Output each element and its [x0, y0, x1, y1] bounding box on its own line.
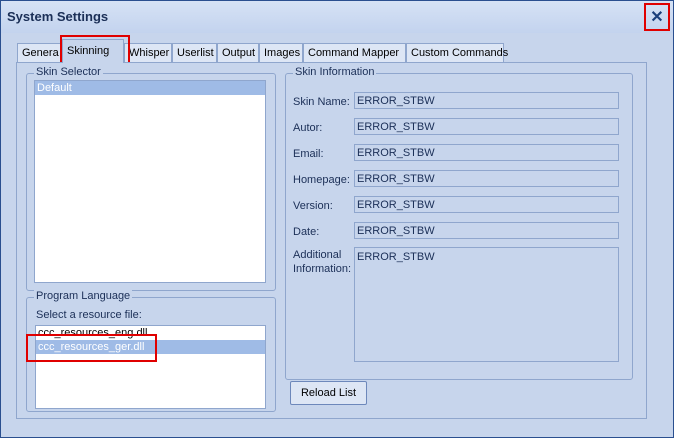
autor-field[interactable]: ERROR_STBW — [354, 118, 619, 135]
email-label: Email: — [293, 148, 324, 160]
skin-selector-legend: Skin Selector — [34, 66, 103, 78]
skin-name-label: Skin Name: — [293, 96, 350, 108]
tab-images[interactable]: Images — [259, 43, 303, 62]
skin-selector-group: Skin Selector Default — [26, 66, 276, 291]
email-field[interactable]: ERROR_STBW — [354, 144, 619, 161]
window-title: System Settings — [7, 9, 109, 24]
version-field[interactable]: ERROR_STBW — [354, 196, 619, 213]
additional-information-field[interactable]: ERROR_STBW — [354, 247, 619, 362]
skin-list[interactable]: Default — [34, 80, 266, 283]
homepage-field[interactable]: ERROR_STBW — [354, 170, 619, 187]
autor-label: Autor: — [293, 122, 323, 134]
skin-information-group: Skin Information Skin Name: ERROR_STBW A… — [285, 66, 633, 380]
tab-skinning[interactable]: Skinning — [62, 39, 124, 63]
close-button[interactable]: ✕ — [644, 3, 670, 31]
additional-information-label-2: Information: — [293, 263, 352, 275]
resource-file-list[interactable]: ccc_resources_eng.dll ccc_resources_ger.… — [35, 325, 266, 409]
tab-whisper[interactable]: Whisper — [124, 43, 172, 62]
tab-command-mapper[interactable]: Command Mapper — [303, 43, 406, 62]
skinning-panel: Skin Selector Default Program Language S… — [16, 62, 647, 419]
resource-file-prompt: Select a resource file: — [36, 309, 142, 321]
close-icon: ✕ — [650, 9, 664, 26]
skin-name-field[interactable]: ERROR_STBW — [354, 92, 619, 109]
system-settings-window: System Settings ✕ Genera Skinning Whispe… — [0, 0, 674, 438]
homepage-label: Homepage: — [293, 174, 350, 186]
tab-userlist[interactable]: Userlist — [172, 43, 217, 62]
version-label: Version: — [293, 200, 333, 212]
resource-file-item[interactable]: ccc_resources_ger.dll — [36, 340, 265, 354]
reload-list-button[interactable]: Reload List — [290, 381, 367, 405]
program-language-legend: Program Language — [34, 290, 133, 302]
tab-general[interactable]: Genera — [17, 43, 62, 62]
program-language-group: Program Language Select a resource file:… — [26, 290, 276, 412]
additional-information-label-1: Additional — [293, 249, 342, 261]
date-field[interactable]: ERROR_STBW — [354, 222, 619, 239]
skin-list-item[interactable]: Default — [35, 81, 265, 95]
tab-output[interactable]: Output — [217, 43, 259, 62]
skin-information-legend: Skin Information — [293, 66, 377, 78]
date-label: Date: — [293, 226, 320, 238]
resource-file-item[interactable]: ccc_resources_eng.dll — [36, 326, 265, 340]
tab-custom-commands[interactable]: Custom Commands — [406, 43, 508, 62]
title-bar: System Settings ✕ — [1, 1, 673, 33]
